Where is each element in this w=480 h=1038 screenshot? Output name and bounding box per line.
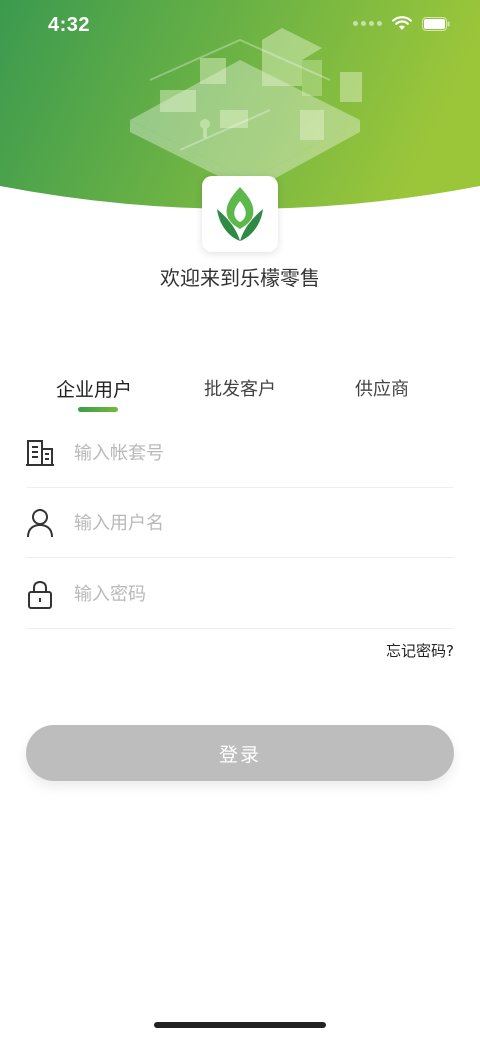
tab-enterprise-user[interactable]: 企业用户 bbox=[56, 375, 132, 402]
user-icon bbox=[27, 509, 53, 538]
cellular-signal-icon bbox=[353, 21, 382, 26]
status-time: 4:32 bbox=[48, 14, 91, 36]
account-field-row bbox=[26, 418, 454, 488]
password-input[interactable] bbox=[74, 577, 434, 611]
account-input[interactable] bbox=[74, 436, 434, 470]
status-bar: 4:32 bbox=[0, 0, 480, 56]
username-field-row bbox=[26, 488, 454, 558]
password-field-row bbox=[26, 559, 454, 629]
active-tab-indicator bbox=[78, 407, 118, 412]
building-icon bbox=[26, 440, 54, 466]
login-screen: 4:32 欢迎来到乐檬零售 企业用户 批发客户 供应商 输入帐套号 输入用户名 … bbox=[0, 0, 480, 1038]
home-indicator[interactable] bbox=[154, 1022, 326, 1028]
user-type-tabs: 企业用户 批发客户 供应商 bbox=[26, 375, 454, 415]
status-icons bbox=[353, 16, 450, 31]
login-button[interactable]: 登录 bbox=[26, 725, 454, 781]
lock-icon bbox=[28, 580, 52, 609]
wifi-icon bbox=[392, 16, 412, 30]
tab-wholesale-customer[interactable]: 批发客户 bbox=[204, 375, 276, 401]
username-input[interactable] bbox=[74, 506, 434, 540]
welcome-title: 欢迎来到乐檬零售 bbox=[160, 266, 320, 290]
leaf-logo-icon bbox=[217, 187, 263, 241]
battery-icon bbox=[422, 16, 450, 31]
tab-supplier[interactable]: 供应商 bbox=[355, 375, 409, 401]
forgot-password-link[interactable]: 忘记密码? bbox=[386, 640, 454, 661]
app-logo bbox=[202, 176, 278, 252]
